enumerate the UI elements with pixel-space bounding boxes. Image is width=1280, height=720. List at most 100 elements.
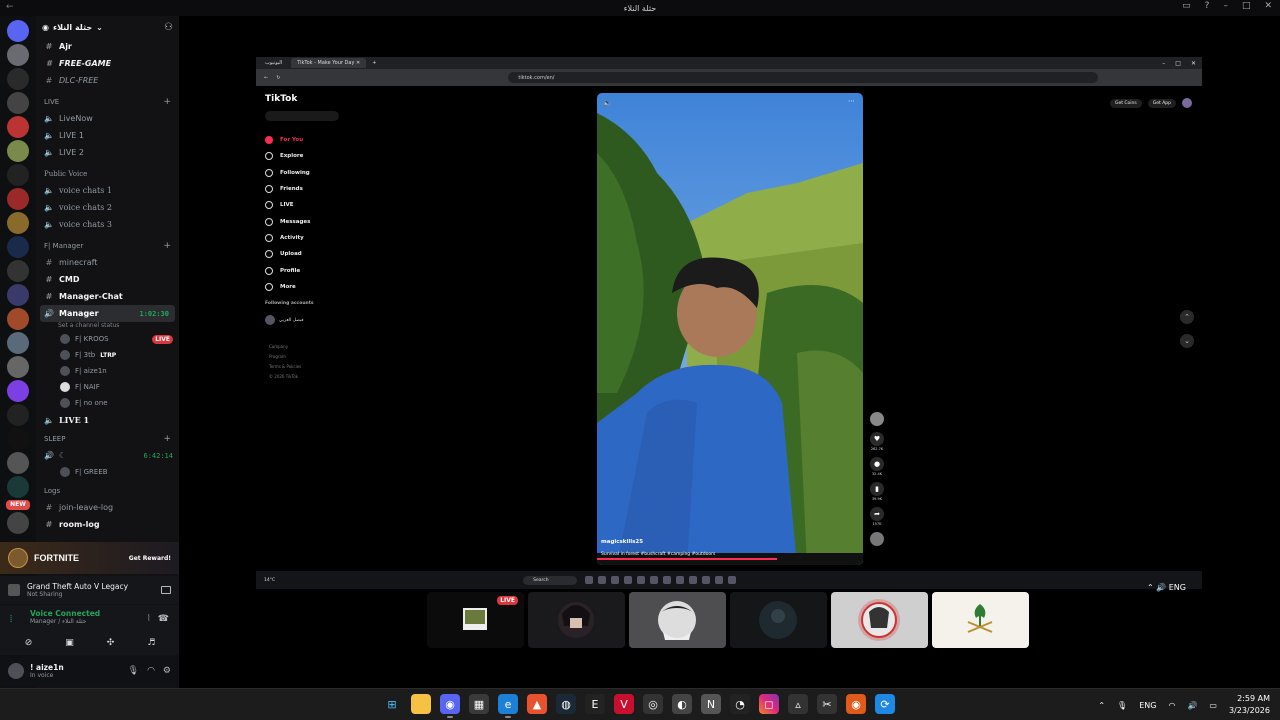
soundboard-icon[interactable]: ♬ — [131, 635, 172, 651]
get-reward-button[interactable]: Get Reward! — [129, 555, 171, 562]
add-channel-icon[interactable]: + — [163, 434, 171, 444]
server-icon[interactable] — [7, 512, 29, 534]
participant-tile[interactable] — [831, 592, 928, 648]
comment-icon[interactable]: ● — [870, 457, 884, 471]
nav-activity[interactable]: Activity — [265, 230, 345, 246]
voice-member[interactable]: F| aize1n — [36, 363, 179, 379]
steam-icon[interactable]: ◍ — [556, 694, 576, 714]
server-icon[interactable] — [7, 188, 29, 210]
footer-link[interactable]: Terms & Policies — [269, 362, 301, 372]
instagram-icon[interactable]: ◻ — [759, 694, 779, 714]
new-tab-icon[interactable]: + — [372, 60, 376, 66]
voice-chats-2[interactable]: 🔈 voice chats 2 — [36, 199, 179, 216]
help-icon[interactable]: ? — [1205, 1, 1210, 11]
chevron-up-icon[interactable]: ⌃ — [1098, 701, 1105, 710]
nav-following[interactable]: Following — [265, 165, 345, 181]
browser-tab-active[interactable]: TikTok - Make Your Day ✕ — [291, 58, 367, 68]
brave-icon[interactable]: ▲ — [527, 694, 547, 714]
invite-icon[interactable]: ⚇ — [164, 22, 173, 33]
activities-icon[interactable]: ✣ — [90, 635, 131, 651]
server-icon[interactable] — [7, 332, 29, 354]
file-explorer-icon[interactable] — [411, 694, 431, 714]
nav-profile[interactable]: Profile — [265, 262, 345, 278]
voice-chats-1[interactable]: 🔈 voice chats 1 — [36, 182, 179, 199]
server-icon[interactable] — [7, 116, 29, 138]
promo-banner[interactable]: FORTNITE Get Reward! — [0, 542, 179, 574]
voice-member[interactable]: F| no one — [36, 395, 179, 411]
voice-sleep[interactable]: 🔊 ☾ 6:42:14 — [36, 447, 179, 464]
category-manager[interactable]: F| Manager + — [36, 237, 179, 254]
sound-disc-icon[interactable] — [870, 532, 884, 546]
edge-icon[interactable]: e — [498, 694, 518, 718]
server-icon[interactable] — [7, 380, 29, 402]
voice-member[interactable]: F| GREEB — [36, 464, 179, 480]
channel-cmd[interactable]: # CMD — [36, 271, 179, 288]
participant-tile[interactable] — [730, 592, 827, 648]
mic-icon[interactable]: 🎙 — [1117, 701, 1127, 710]
maximize-icon[interactable]: □ — [1242, 1, 1251, 11]
app-icon[interactable]: ◔ — [730, 694, 750, 714]
footer-link[interactable]: Program — [269, 352, 301, 362]
server-icon[interactable] — [7, 92, 29, 114]
category-sleep[interactable]: SLEEP + — [36, 430, 179, 447]
voice-status[interactable]: Voice Connected — [8, 609, 171, 618]
voice-live-1-b[interactable]: 🔈 LIVE 1 — [36, 411, 179, 428]
channel-dlc-free[interactable]: # DLC-FREE — [36, 72, 179, 89]
epic-games-icon[interactable]: E — [585, 694, 605, 714]
reload-icon[interactable]: ↻ — [276, 75, 280, 81]
app-icon[interactable]: ⟳ — [875, 694, 895, 714]
category-public-voice[interactable]: Public Voice — [36, 165, 179, 182]
voice-member[interactable]: F| NAIF — [36, 379, 179, 395]
channel-manager-chat[interactable]: # Manager-Chat — [36, 288, 179, 305]
headphones-icon[interactable]: ◠ — [147, 666, 155, 676]
maximize-icon[interactable]: □ — [1175, 60, 1181, 67]
server-icon[interactable] — [7, 284, 29, 306]
browser-tab[interactable]: اليوتيوب — [259, 58, 288, 68]
wifi-icon[interactable]: ◠ — [1168, 701, 1175, 710]
battery-icon[interactable]: ▭ — [1209, 701, 1217, 710]
avatar[interactable] — [8, 663, 24, 679]
capcut-icon[interactable]: ✂ — [817, 694, 837, 714]
server-icon[interactable] — [7, 44, 29, 66]
discord-icon[interactable]: ◉ — [440, 694, 460, 718]
channel-join-leave-log[interactable]: # join-leave-log — [36, 499, 179, 516]
share-screen-icon[interactable]: ▣ — [49, 635, 90, 651]
server-icon[interactable] — [7, 452, 29, 474]
server-icon[interactable] — [7, 140, 29, 162]
footer-link[interactable]: Company — [269, 342, 301, 352]
server-icon[interactable] — [7, 476, 29, 498]
nav-more[interactable]: More — [265, 279, 345, 295]
close-icon[interactable]: ✕ — [1191, 60, 1196, 67]
channel-room-log[interactable]: # room-log — [36, 516, 179, 533]
add-channel-icon[interactable]: + — [163, 241, 171, 251]
server-icon[interactable] — [7, 260, 29, 282]
noise-suppression-icon[interactable]: ⦚ — [148, 614, 150, 624]
server-icon[interactable] — [7, 404, 29, 426]
server-icon[interactable] — [7, 236, 29, 258]
server-icon[interactable] — [7, 212, 29, 234]
minimize-icon[interactable]: – — [1162, 60, 1165, 67]
creator-avatar[interactable] — [870, 412, 884, 426]
nav-for-you[interactable]: For You — [265, 132, 345, 148]
app-icon[interactable]: ◉ — [846, 694, 866, 714]
store-icon[interactable]: ▦ — [469, 694, 489, 714]
discord-home-icon[interactable] — [7, 20, 29, 42]
nav-upload[interactable]: Upload — [265, 246, 345, 262]
volume-icon[interactable]: 🔈 — [603, 99, 612, 107]
stream-view[interactable]: اليوتيوب TikTok - Make Your Day ✕ + – □ ✕ … — [256, 57, 1202, 592]
avatar[interactable] — [1182, 98, 1192, 108]
chevron-down-icon[interactable]: ⌄ — [1180, 334, 1194, 348]
app-icon[interactable]: ▵ — [788, 694, 808, 714]
server-icon[interactable] — [7, 164, 29, 186]
channel-minecraft[interactable]: # minecraft — [36, 254, 179, 271]
screen-share-icon[interactable] — [161, 586, 171, 594]
tiktok-logo[interactable]: TikTok — [265, 94, 297, 104]
server-icon[interactable] — [7, 356, 29, 378]
channel-status[interactable]: Set a channel status — [36, 322, 179, 331]
server-icon[interactable] — [7, 428, 29, 450]
participant-tile[interactable] — [629, 592, 726, 648]
server-icon[interactable] — [7, 68, 29, 90]
bookmark-icon[interactable]: ▮ — [870, 482, 884, 496]
voice-member[interactable]: F| KROOS LIVE — [36, 331, 179, 347]
participant-tile[interactable] — [528, 592, 625, 648]
